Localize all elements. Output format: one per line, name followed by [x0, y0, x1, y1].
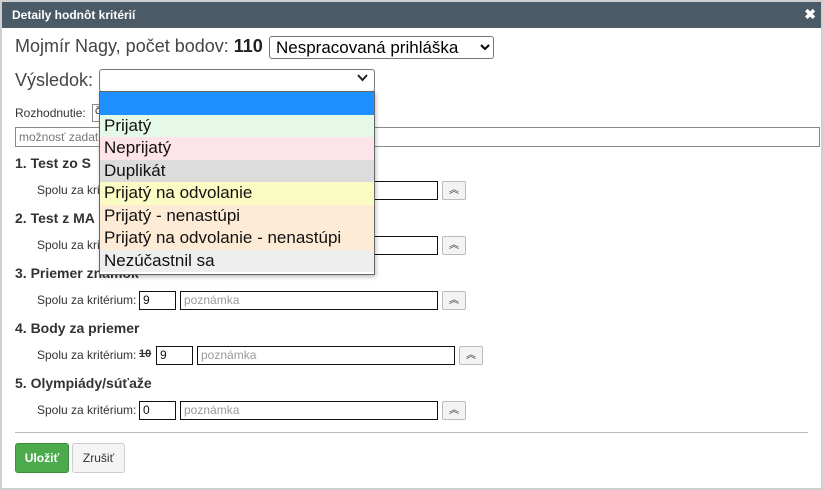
- double-chevron-up-icon: ︽: [449, 185, 459, 196]
- poznamka-input-4[interactable]: poznámka: [197, 346, 455, 365]
- dropdown-option[interactable]: [100, 92, 374, 115]
- section-row-label-3: Spolu za kritérium:: [37, 293, 137, 307]
- value-input-4[interactable]: 9: [156, 346, 193, 365]
- expand-button-2[interactable]: ︽: [442, 236, 466, 255]
- old-value-4: 10: [139, 348, 152, 360]
- poznamka-input-5[interactable]: poznámka: [180, 401, 438, 420]
- applicant-header: Mojmír Nagy, počet bodov: 110: [15, 36, 263, 60]
- dialog-titlebar: Detaily hodnôt kritérií ✖: [2, 2, 821, 28]
- save-button[interactable]: Uložiť: [15, 443, 69, 473]
- dropdown-option[interactable]: Prijatý - nenastúpi: [100, 204, 374, 227]
- value-input-5[interactable]: 0: [139, 401, 176, 420]
- double-chevron-up-icon: ︽: [449, 405, 459, 416]
- section-title-4: 4. Body za priemer: [15, 320, 140, 336]
- dropdown-option[interactable]: Prijatý: [100, 114, 374, 137]
- section-title-2: 2. Test z MA: [15, 210, 95, 226]
- status-select[interactable]: Nespracovaná prihláška: [269, 36, 494, 59]
- dropdown-option[interactable]: Neprijatý: [100, 137, 374, 160]
- double-chevron-up-icon: ︽: [466, 350, 476, 361]
- dropdown-option[interactable]: Prijatý na odvolanie - nenastúpi: [100, 227, 374, 250]
- footer-divider: [15, 432, 808, 433]
- dropdown-option[interactable]: Duplikát: [100, 159, 374, 182]
- double-chevron-up-icon: ︽: [449, 295, 459, 306]
- criteria-dialog: Detaily hodnôt kritérií ✖ Mojmír Nagy, p…: [0, 0, 823, 490]
- section-title-5: 5. Olympiády/súťaže: [15, 375, 152, 391]
- section-row-label-2: Spolu za krit: [37, 238, 104, 252]
- vysledok-select[interactable]: [99, 69, 375, 92]
- dropdown-option[interactable]: Prijatý na odvolanie: [100, 182, 374, 205]
- double-chevron-up-icon: ︽: [449, 240, 459, 251]
- vysledok-label: Výsledok:: [15, 70, 94, 90]
- expand-button-3[interactable]: ︽: [442, 291, 466, 310]
- section-title-1: 1. Test zo S: [15, 155, 91, 171]
- dialog-title: Detaily hodnôt kritérií: [12, 8, 136, 22]
- expand-button-4[interactable]: ︽: [459, 346, 483, 365]
- section-row-label-5: Spolu za kritérium:: [37, 403, 137, 417]
- poznamka-input-3[interactable]: poznámka: [180, 291, 438, 310]
- points-count: 110: [233, 36, 263, 56]
- chevron-down-icon: [357, 73, 368, 85]
- section-row-label-1: Spolu za krit: [37, 183, 104, 197]
- cancel-button[interactable]: Zrušiť: [72, 443, 125, 473]
- expand-button-1[interactable]: ︽: [442, 181, 466, 200]
- expand-button-5[interactable]: ︽: [442, 401, 466, 420]
- applicant-name-label: Mojmír Nagy, počet bodov:: [15, 36, 234, 56]
- dropdown-option[interactable]: Nezúčastnil sa: [100, 249, 374, 272]
- rozhodnutie-label: Rozhodnutie:: [15, 106, 86, 120]
- value-input-3[interactable]: 9: [139, 291, 176, 310]
- close-icon[interactable]: ✖: [804, 6, 816, 22]
- vysledok-dropdown-list: Prijatý Neprijatý Duplikát Prijatý na od…: [99, 91, 375, 275]
- section-row-label-4: Spolu za kritérium:: [37, 348, 137, 362]
